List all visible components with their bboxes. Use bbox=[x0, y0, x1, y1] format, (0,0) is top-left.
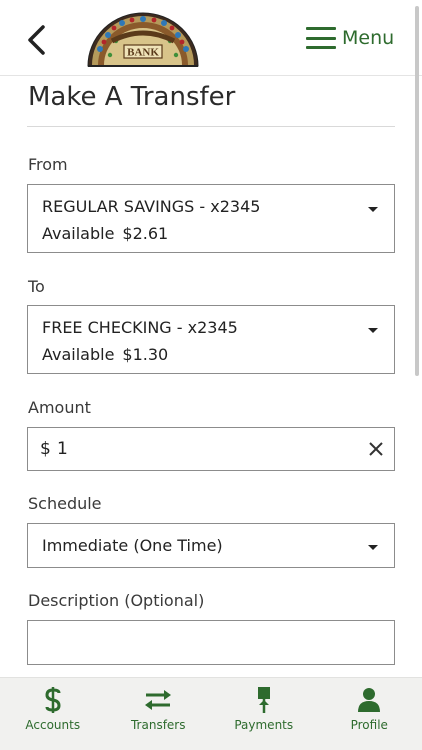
dollar-icon bbox=[39, 686, 67, 714]
amount-value: 1 bbox=[57, 439, 68, 459]
scrollbar[interactable] bbox=[415, 6, 419, 376]
description-label: Description (Optional) bbox=[28, 591, 205, 610]
from-label: From bbox=[28, 155, 68, 174]
tab-payments[interactable]: Payments bbox=[211, 678, 317, 750]
schedule-select[interactable]: Immediate (One Time) bbox=[27, 523, 395, 568]
from-available-amount: $2.61 bbox=[122, 224, 169, 243]
chevron-left-icon bbox=[28, 25, 45, 55]
to-available: Available $1.30 bbox=[42, 345, 168, 364]
to-label: To bbox=[28, 277, 45, 296]
caret-down-icon bbox=[368, 207, 378, 212]
from-available-label: Available bbox=[42, 224, 115, 243]
app-header: BANK Menu bbox=[0, 0, 422, 76]
tab-label: Payments bbox=[234, 718, 294, 732]
from-available: Available $2.61 bbox=[42, 224, 168, 243]
tab-label: Profile bbox=[350, 718, 388, 732]
logo-text: BANK bbox=[127, 47, 159, 59]
description-input[interactable] bbox=[27, 620, 395, 665]
bank-logo: BANK bbox=[86, 11, 200, 67]
swap-arrows-icon bbox=[144, 686, 172, 714]
to-account-name: FREE CHECKING - x2345 bbox=[42, 318, 238, 337]
payment-icon bbox=[250, 686, 278, 714]
to-account-select[interactable]: FREE CHECKING - x2345 Available $1.30 bbox=[27, 305, 395, 374]
tab-accounts[interactable]: Accounts bbox=[0, 678, 106, 750]
from-account-select[interactable]: REGULAR SAVINGS - x2345 Available $2.61 bbox=[27, 184, 395, 253]
back-button[interactable] bbox=[24, 24, 50, 56]
hamburger-icon bbox=[306, 27, 336, 49]
amount-label: Amount bbox=[28, 398, 91, 417]
tab-label: Transfers bbox=[130, 718, 186, 732]
person-icon bbox=[355, 686, 383, 714]
tab-label: Accounts bbox=[25, 718, 81, 732]
page-title: Make A Transfer bbox=[28, 82, 236, 112]
to-available-amount: $1.30 bbox=[122, 345, 169, 364]
to-available-label: Available bbox=[42, 345, 115, 364]
menu-label: Menu bbox=[342, 27, 395, 49]
caret-down-icon bbox=[368, 328, 378, 333]
title-divider bbox=[27, 126, 395, 127]
menu-button[interactable]: Menu bbox=[306, 26, 394, 50]
schedule-value: Immediate (One Time) bbox=[42, 536, 223, 555]
amount-input[interactable]: $ 1 bbox=[27, 427, 395, 471]
tab-profile[interactable]: Profile bbox=[317, 678, 422, 750]
clear-amount-button[interactable] bbox=[368, 441, 384, 457]
from-account-name: REGULAR SAVINGS - x2345 bbox=[42, 197, 261, 216]
tab-transfers[interactable]: Transfers bbox=[106, 678, 212, 750]
schedule-label: Schedule bbox=[28, 494, 102, 513]
currency-symbol: $ bbox=[40, 439, 51, 459]
caret-down-icon bbox=[368, 545, 378, 550]
close-icon bbox=[369, 442, 383, 456]
bottom-tab-bar: Accounts Transfers Payments Profile bbox=[0, 677, 422, 750]
